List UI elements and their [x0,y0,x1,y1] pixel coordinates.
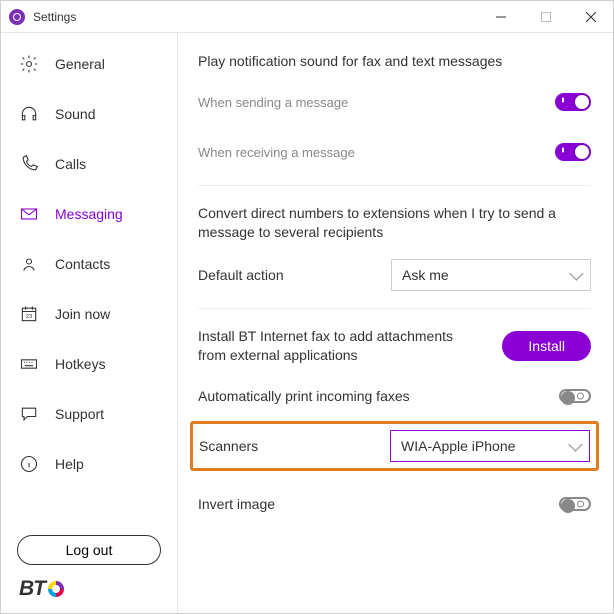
invert-toggle[interactable] [559,497,591,511]
sidebar-item-messaging[interactable]: Messaging [1,189,177,239]
svg-text:23: 23 [26,314,32,320]
calendar-icon: 23 [19,304,39,324]
window-title: Settings [33,10,478,24]
notification-heading: Play notification sound for fax and text… [198,53,591,69]
invert-label: Invert image [198,496,275,512]
sidebar-item-label: Help [55,456,84,472]
phone-icon [19,154,39,174]
scanners-value: WIA-Apple iPhone [401,438,515,454]
app-icon [9,9,25,25]
headphones-icon [19,104,39,124]
sidebar-item-label: Contacts [55,256,110,272]
sidebar-item-label: Support [55,406,104,422]
chat-icon [19,404,39,424]
chevron-down-icon [569,266,583,280]
receiving-toggle[interactable] [555,143,591,161]
sidebar-item-label: Messaging [55,206,123,222]
convert-heading: Convert direct numbers to extensions whe… [198,204,558,242]
titlebar: Settings [1,1,613,33]
sending-label: When sending a message [198,95,348,110]
envelope-icon [19,204,39,224]
default-action-select[interactable]: Ask me [391,259,591,291]
brand-text: BT [19,577,45,601]
install-text: Install BT Internet fax to add attachmen… [198,327,458,365]
divider [198,308,591,309]
minimize-button[interactable] [478,1,523,32]
keyboard-icon [19,354,39,374]
brand-dot-icon [48,581,64,597]
sidebar-item-join-now[interactable]: 23 Join now [1,289,177,339]
window-controls [478,1,613,32]
chevron-down-icon [568,437,582,451]
sidebar-item-calls[interactable]: Calls [1,139,177,189]
divider [198,185,591,186]
close-button[interactable] [568,1,613,32]
sidebar-item-label: Hotkeys [55,356,106,372]
auto-print-label: Automatically print incoming faxes [198,388,410,404]
sidebar-item-label: Sound [55,106,95,122]
sidebar-item-support[interactable]: Support [1,389,177,439]
auto-print-toggle[interactable] [559,389,591,403]
sidebar-item-hotkeys[interactable]: Hotkeys [1,339,177,389]
receiving-label: When receiving a message [198,145,355,160]
install-button[interactable]: Install [502,331,591,361]
logout-button[interactable]: Log out [17,535,161,565]
maximize-button[interactable] [523,1,568,32]
sidebar-item-label: Calls [55,156,86,172]
gear-icon [19,54,39,74]
info-icon [19,454,39,474]
sidebar-item-help[interactable]: Help [1,439,177,489]
sidebar-item-contacts[interactable]: Contacts [1,239,177,289]
sidebar-item-sound[interactable]: Sound [1,89,177,139]
contact-icon [19,254,39,274]
brand-logo: BT [1,577,177,613]
sidebar: General Sound Calls Messaging Contacts 2… [1,33,178,613]
scanners-select[interactable]: WIA-Apple iPhone [390,430,590,462]
default-action-value: Ask me [402,267,449,283]
sending-toggle[interactable] [555,93,591,111]
scanners-label: Scanners [199,438,258,454]
content-pane: Play notification sound for fax and text… [178,33,613,613]
default-action-label: Default action [198,267,284,283]
sidebar-item-general[interactable]: General [1,39,177,89]
sidebar-item-label: Join now [55,306,110,322]
sidebar-item-label: General [55,56,105,72]
scanners-highlight: Scanners WIA-Apple iPhone [190,421,599,471]
